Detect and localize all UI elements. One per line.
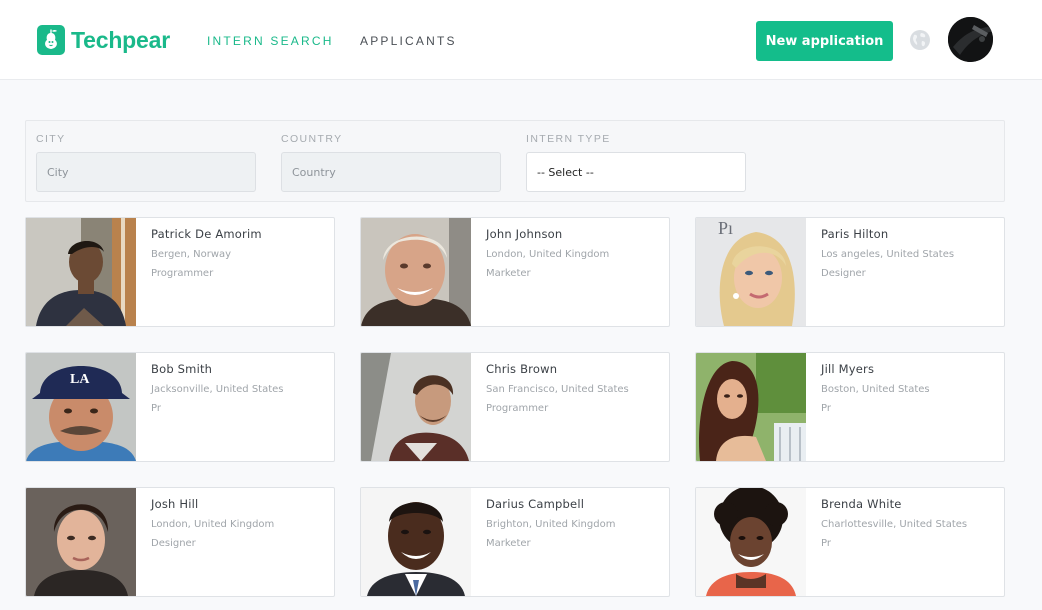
intern-name: Bob Smith [151, 362, 213, 376]
intern-role: Designer [821, 268, 866, 279]
intern-card[interactable]: LA Bob Smith Jacksonville, United States… [25, 352, 335, 462]
intern-location: Charlottesville, United States [821, 519, 968, 530]
country-input[interactable] [281, 152, 501, 192]
intern-location: Boston, United States [821, 384, 930, 395]
intern-card[interactable]: Darius Campbell Brighton, United Kingdom… [360, 487, 670, 597]
intern-photo: LA [26, 353, 136, 461]
intern-location: San Francisco, United States [486, 384, 629, 395]
intern-card[interactable]: John Johnson London, United Kingdom Mark… [360, 217, 670, 327]
top-navbar: Techpear INTERN SEARCH APPLICANTS New ap… [0, 0, 1042, 80]
intern-location: Brighton, United Kingdom [486, 519, 616, 530]
intern-location: Jacksonville, United States [151, 384, 284, 395]
intern-type-selected: -- Select -- [537, 165, 594, 179]
intern-name: Josh Hill [151, 497, 199, 511]
intern-role: Pr [151, 403, 161, 414]
brand-name: Techpear [71, 26, 170, 53]
intern-role: Programmer [486, 403, 549, 414]
intern-name: Jill Myers [821, 362, 875, 376]
intern-name: Brenda White [821, 497, 902, 511]
intern-card[interactable]: Pı Paris Hilton Los angeles, United Stat… [695, 217, 1005, 327]
intern-photo [361, 488, 471, 596]
country-label: COUNTRY [281, 133, 343, 145]
intern-location: Bergen, Norway [151, 249, 232, 260]
intern-photo [696, 488, 806, 596]
nav-intern-search[interactable]: INTERN SEARCH [207, 34, 334, 48]
intern-role: Designer [151, 538, 196, 549]
intern-card[interactable]: Chris Brown San Francisco, United States… [360, 352, 670, 462]
intern-photo [696, 353, 806, 461]
intern-location: London, United Kingdom [486, 249, 610, 260]
new-application-button[interactable]: New application [756, 21, 893, 61]
intern-card[interactable]: Jill Myers Boston, United States Pr [695, 352, 1005, 462]
intern-role: Marketer [486, 538, 531, 549]
intern-type-label: INTERN TYPE [526, 133, 611, 145]
intern-photo [361, 218, 471, 326]
intern-name: Patrick De Amorim [151, 227, 262, 241]
intern-card[interactable]: Josh Hill London, United Kingdom Designe… [25, 487, 335, 597]
intern-role: Marketer [486, 268, 531, 279]
filter-panel: CITY COUNTRY INTERN TYPE -- Select -- [25, 120, 1005, 202]
intern-role: Pr [821, 538, 831, 549]
intern-location: London, United Kingdom [151, 519, 275, 530]
intern-role: Pr [821, 403, 831, 414]
intern-name: John Johnson [486, 227, 563, 241]
brand-logo[interactable]: Techpear [37, 24, 170, 56]
city-label: CITY [36, 133, 66, 145]
svg-text:Pı: Pı [718, 218, 733, 238]
globe-icon[interactable] [909, 29, 931, 51]
intern-name: Chris Brown [486, 362, 558, 376]
user-avatar[interactable] [948, 17, 993, 62]
intern-card[interactable]: Patrick De Amorim Bergen, Norway Program… [25, 217, 335, 327]
city-input[interactable] [36, 152, 256, 192]
intern-name: Paris Hilton [821, 227, 889, 241]
intern-photo [361, 353, 471, 461]
nav-applicants[interactable]: APPLICANTS [360, 34, 457, 48]
pear-logo-icon [37, 25, 65, 55]
intern-role: Programmer [151, 268, 214, 279]
intern-photo [26, 218, 136, 326]
intern-type-select[interactable]: -- Select -- [526, 152, 746, 192]
intern-photo [26, 488, 136, 596]
intern-card[interactable]: Brenda White Charlottesville, United Sta… [695, 487, 1005, 597]
intern-photo: Pı [696, 218, 806, 326]
svg-text:LA: LA [70, 372, 90, 387]
intern-name: Darius Campbell [486, 497, 585, 511]
intern-location: Los angeles, United States [821, 249, 955, 260]
